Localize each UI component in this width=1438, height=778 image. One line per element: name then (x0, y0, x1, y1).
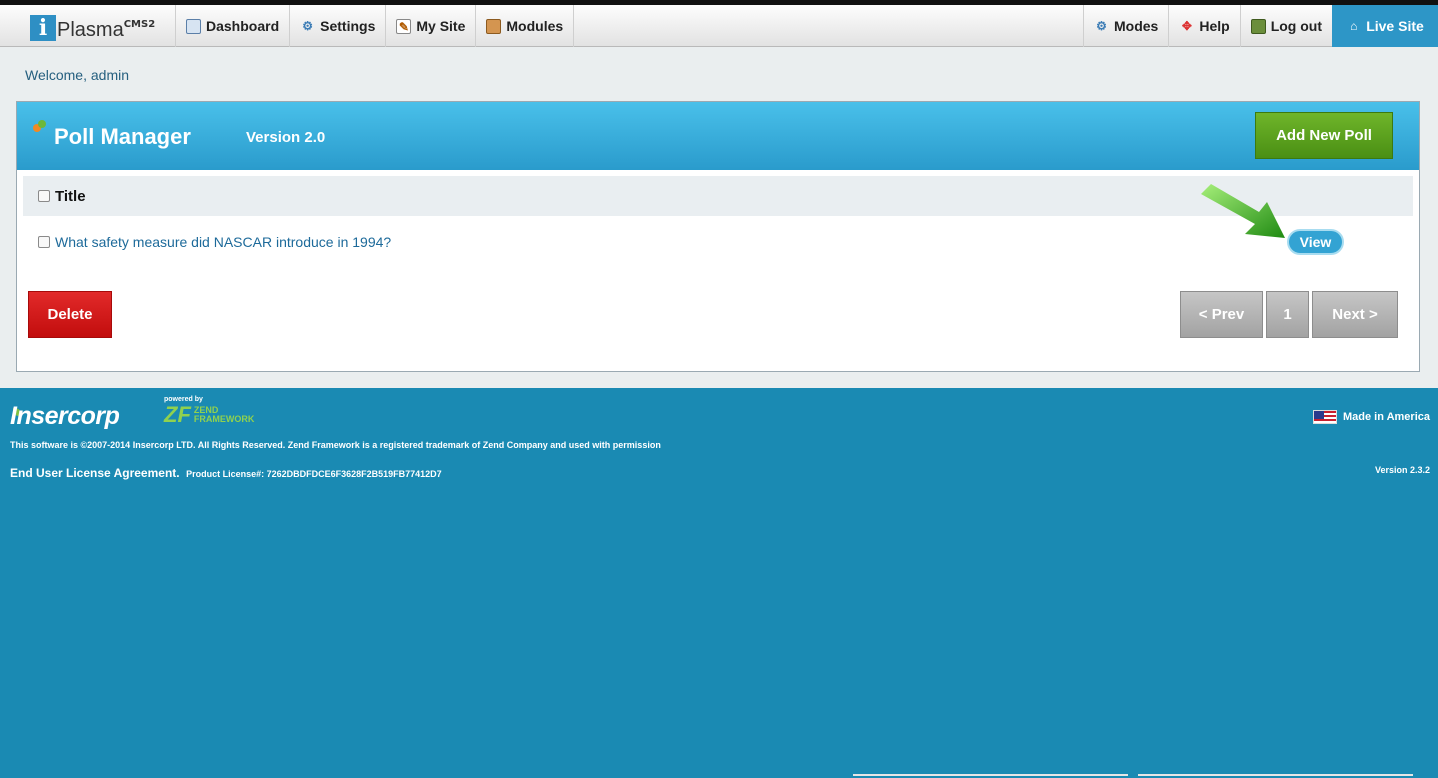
poll-title-link[interactable]: What safety measure did NASCAR introduce… (55, 234, 391, 250)
nav-modules-label: Modules (506, 18, 564, 34)
nav-my-site[interactable]: ✎ My Site (385, 5, 475, 47)
app-version: Version 2.3.2 (1374, 465, 1430, 475)
nav-dashboard-label: Dashboard (206, 18, 280, 34)
zf-mark: ZF (164, 402, 191, 427)
zf-line-2: FRAMEWORK (193, 414, 255, 424)
logout-icon (1250, 18, 1266, 34)
panel-title: Poll Manager (54, 124, 191, 149)
panel-header: Poll Manager Version 2.0 Add New Poll (17, 102, 1419, 170)
box-icon (486, 18, 502, 34)
nav-dashboard[interactable]: Dashboard (175, 5, 289, 47)
next-page-button[interactable]: Next > (1312, 291, 1398, 338)
logo-suffix: CMS2 (123, 19, 156, 30)
copyright-text: This software is ©2007-2014 Insercorp LT… (10, 440, 661, 450)
home-icon: ⌂ (1350, 18, 1358, 33)
us-flag-icon (1312, 410, 1337, 424)
eula-link[interactable]: End User License Agreement. (10, 466, 180, 480)
dashboard-icon (186, 18, 201, 34)
modes-icon: ⚙ (1096, 18, 1107, 33)
nav-modes[interactable]: ⚙ Modes (1083, 5, 1168, 47)
logo-text: Plasma (57, 19, 124, 41)
page-number-button[interactable]: 1 (1266, 291, 1309, 338)
nav-settings-label: Settings (320, 18, 376, 34)
nav-settings[interactable]: ⚙ Settings (289, 5, 385, 47)
zend-framework-logo: powered by ZF ZEND FRAMEWORK (164, 396, 254, 426)
nav-help[interactable]: ✥ Help (1168, 5, 1239, 47)
lifebuoy-icon: ✥ (1181, 18, 1192, 33)
column-title: Title (55, 187, 86, 205)
pagination: < Prev 1 Next > (1180, 291, 1398, 338)
delete-button[interactable]: Delete (28, 291, 112, 338)
main-content: Welcome, admin Poll Manager Version 2.0 … (0, 47, 1438, 388)
view-button[interactable]: View (1287, 229, 1344, 255)
nav-logout[interactable]: Log out (1239, 5, 1332, 47)
nav-right: ⚙ Modes ✥ Help Log out ⌂ Live Site (1083, 5, 1438, 47)
nav-live-site[interactable]: ⌂ Live Site (1332, 5, 1438, 47)
gear-icon: ⚙ (302, 18, 313, 33)
poll-manager-panel: Poll Manager Version 2.0 Add New Poll Ti… (16, 101, 1420, 372)
nav-left: Dashboard ⚙ Settings ✎ My Site Modules (175, 5, 575, 47)
nav-modules[interactable]: Modules (475, 5, 575, 47)
nav-my-site-label: My Site (416, 18, 466, 34)
nav-help-label: Help (1199, 18, 1230, 34)
made-in-america: Made in America (1312, 410, 1430, 424)
poll-icon (33, 120, 47, 134)
top-nav: i Plasma CMS2 Dashboard ⚙ Settings ✎ My … (0, 5, 1438, 47)
panel-version: Version 2.0 (246, 129, 326, 146)
welcome-text: Welcome, admin (25, 67, 130, 83)
footer: Insercorp powered by ZF ZEND FRAMEWORK T… (0, 388, 1438, 778)
insercorp-logo[interactable]: Insercorp (10, 402, 120, 431)
zf-wordmark: ZEND FRAMEWORK (194, 406, 255, 424)
edit-page-icon: ✎ (396, 18, 412, 34)
eula-line: End User License Agreement. Product Lice… (10, 464, 442, 482)
prev-page-button[interactable]: < Prev (1180, 291, 1263, 338)
nav-live-site-label: Live Site (1366, 18, 1424, 34)
nav-logout-label: Log out (1270, 18, 1322, 34)
nav-modes-label: Modes (1114, 18, 1159, 34)
select-all-checkbox[interactable] (38, 190, 50, 202)
bottom-edge (853, 774, 1413, 778)
green-arrow-icon (1201, 184, 1285, 238)
logo-letter: i (30, 15, 56, 41)
row-checkbox[interactable] (38, 236, 50, 248)
product-license: Product License#: 7262DBDFDCE6F3628F2B51… (186, 469, 442, 479)
add-new-poll-button[interactable]: Add New Poll (1255, 112, 1393, 159)
plasma-logo[interactable]: i Plasma CMS2 (30, 13, 155, 41)
made-in-text: Made in America (1342, 411, 1430, 423)
